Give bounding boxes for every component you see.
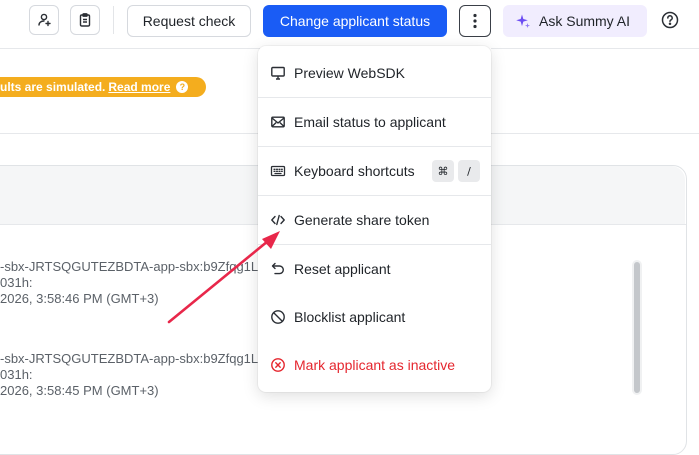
link-user-button[interactable] [29,5,59,35]
sandbox-banner: ults are simulated. Read more ? [0,77,206,97]
shortcut-keys: ⌘ / [428,160,480,182]
kebab-icon [473,13,477,29]
ask-summy-ai-button[interactable]: Ask Summy AI [503,5,647,37]
annotation-arrow [167,231,280,324]
more-actions-button[interactable] [459,5,491,37]
ask-summy-ai-label: Ask Summy AI [539,13,631,29]
menu-item-mark-inactive[interactable]: Mark applicant as inactive [258,341,491,389]
banner-read-more-link[interactable]: Read more [108,80,170,94]
monitor-icon [271,66,285,80]
shortcut-key-slash: / [458,160,480,182]
menu-item-reset-applicant[interactable]: Reset applicant [258,245,491,293]
request-check-button[interactable]: Request check [127,5,251,37]
menu-item-label: Email status to applicant [294,114,446,130]
more-actions-menu: Preview WebSDK Email status to applicant… [258,46,491,392]
log-scrollbar-thumb[interactable] [634,262,640,393]
menu-item-label: Blocklist applicant [294,309,406,325]
menu-item-preview-websdk[interactable]: Preview WebSDK [258,49,491,97]
menu-item-label: Reset applicant [294,261,391,277]
header-divider [0,48,260,49]
keyboard-icon [270,165,286,177]
menu-item-label: Preview WebSDK [294,65,406,81]
help-icon[interactable] [661,11,679,29]
menu-item-email-status[interactable]: Email status to applicant [258,98,491,146]
sparkle-icon [516,14,530,28]
banner-text: ults are simulated. [0,80,106,94]
log-entry: -sbx-JRTSQGUTEZBDTA-app-sbx:b9Zfqg1L 031… [0,351,258,399]
clipboard-button[interactable] [70,5,100,35]
menu-item-label: Mark applicant as inactive [294,357,456,373]
link-user-icon [38,13,51,27]
toolbar-divider [113,6,114,34]
header-divider-right [491,48,699,49]
change-applicant-status-button[interactable]: Change applicant status [263,5,447,37]
menu-item-label: Generate share token [294,212,430,228]
log-entry-time: 2026, 3:58:45 PM (GMT+3) [0,383,159,398]
menu-item-blocklist-applicant[interactable]: Blocklist applicant [258,293,491,341]
log-entry-detail: 031h: [0,367,33,382]
menu-item-label: Keyboard shortcuts [294,163,415,179]
banner-help-icon[interactable]: ? [176,81,189,93]
clipboard-icon [79,13,91,27]
shortcut-key-cmd: ⌘ [432,160,454,182]
mail-icon [271,116,285,128]
menu-item-generate-share-token[interactable]: Generate share token [258,196,491,244]
circle-x-icon [271,358,285,372]
log-entry-id: -sbx-JRTSQGUTEZBDTA-app-sbx:b9Zfqg1L [0,351,259,366]
menu-item-keyboard-shortcuts[interactable]: Keyboard shortcuts ⌘ / [258,147,491,195]
